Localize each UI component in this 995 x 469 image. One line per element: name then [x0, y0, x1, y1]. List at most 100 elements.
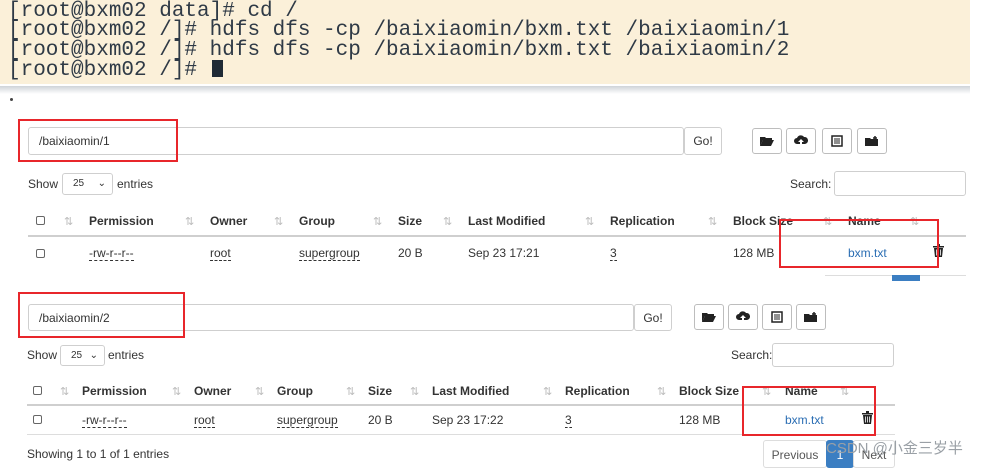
block-size-cell: 128 MB: [679, 413, 721, 427]
list-button[interactable]: [822, 128, 852, 154]
permission-cell[interactable]: -rw-r--r--: [89, 246, 134, 261]
replication-cell[interactable]: 3: [565, 413, 572, 428]
sort-icon[interactable]: ⇅: [543, 384, 552, 398]
upload-button[interactable]: [786, 128, 816, 154]
upload-icon: [736, 311, 750, 322]
last-modified-cell: Sep 23 17:21: [468, 246, 540, 260]
sort-icon[interactable]: ⇅: [708, 214, 717, 228]
pagination-active-button[interactable]: [892, 275, 920, 281]
highlight-box: [18, 119, 178, 162]
cut-paste-button[interactable]: [796, 304, 826, 330]
entries-label: entries: [117, 177, 154, 191]
replication-value[interactable]: 3: [610, 246, 617, 261]
search-label: Search:: [790, 177, 832, 191]
column-size[interactable]: Size: [368, 384, 392, 398]
terminal-line: [root@bxm02 /]# hdfs dfs -cp /baixiaomin…: [8, 19, 790, 42]
column-owner[interactable]: Owner: [194, 384, 231, 398]
column-replication[interactable]: Replication: [610, 214, 675, 228]
show-label: Show: [27, 348, 58, 362]
search-input[interactable]: [772, 343, 894, 367]
select-all-checkbox[interactable]: [33, 386, 42, 395]
row-checkbox[interactable]: [33, 415, 42, 424]
sort-icon[interactable]: ⇅: [64, 214, 73, 228]
column-permission[interactable]: Permission: [89, 214, 154, 228]
group-cell[interactable]: supergroup: [277, 413, 338, 428]
previous-button[interactable]: Previous: [763, 440, 827, 468]
owner-cell[interactable]: root: [194, 413, 215, 428]
permission-value[interactable]: -rw-r--r--: [82, 413, 127, 428]
block-size-cell: 128 MB: [733, 246, 775, 260]
terminal-prompt-line: [root@bxm02 /]#: [8, 60, 223, 81]
select-all-checkbox[interactable]: [36, 216, 45, 225]
list-icon: [831, 135, 843, 147]
sort-icon[interactable]: ⇅: [185, 214, 194, 228]
cut-paste-button[interactable]: [857, 128, 887, 154]
replication-cell[interactable]: 3: [610, 246, 617, 261]
column-replication[interactable]: Replication: [565, 384, 630, 398]
terminal-window: [root@bxm02 data]# cd / [root@bxm02 /]# …: [0, 0, 970, 84]
group-value[interactable]: supergroup: [277, 413, 338, 428]
entries-select[interactable]: 25 ⌄: [60, 345, 105, 366]
show-label: Show: [28, 177, 59, 191]
search-input[interactable]: [834, 171, 966, 196]
upload-icon: [794, 135, 808, 146]
list-button[interactable]: [762, 304, 792, 330]
column-last-modified[interactable]: Last Modified: [432, 384, 509, 398]
column-permission[interactable]: Permission: [82, 384, 147, 398]
sort-icon[interactable]: ⇅: [443, 214, 452, 228]
permission-value[interactable]: -rw-r--r--: [89, 246, 134, 261]
sort-icon[interactable]: ⇅: [274, 214, 283, 228]
column-group[interactable]: Group: [299, 214, 335, 228]
owner-cell[interactable]: root: [210, 246, 231, 261]
entries-select-value: 25: [73, 178, 85, 189]
column-size[interactable]: Size: [398, 214, 422, 228]
list-icon: [771, 311, 783, 323]
divider: [10, 98, 13, 101]
column-owner[interactable]: Owner: [210, 214, 247, 228]
permission-cell[interactable]: -rw-r--r--: [82, 413, 127, 428]
highlight-box: [18, 292, 185, 338]
chevron-down-icon: ⌄: [97, 178, 106, 189]
open-folder-button[interactable]: [752, 128, 782, 154]
column-last-modified[interactable]: Last Modified: [468, 214, 545, 228]
replication-value[interactable]: 3: [565, 413, 572, 428]
folder-plus-icon: [865, 136, 878, 146]
upload-button[interactable]: [728, 304, 758, 330]
highlight-box: [779, 219, 939, 268]
open-folder-button[interactable]: [694, 304, 724, 330]
group-value[interactable]: supergroup: [299, 246, 360, 261]
table-info: Showing 1 to 1 of 1 entries: [27, 447, 170, 461]
go-button[interactable]: Go!: [634, 304, 672, 331]
terminal-line: [root@bxm02 /]# hdfs dfs -cp /baixiaomin…: [8, 39, 790, 62]
sort-icon[interactable]: ⇅: [60, 384, 69, 398]
divider: [0, 86, 970, 94]
entries-select[interactable]: 25 ⌄: [62, 173, 113, 195]
chevron-down-icon: ⌄: [89, 350, 98, 361]
entries-label: entries: [108, 348, 145, 362]
group-cell[interactable]: supergroup: [299, 246, 360, 261]
search-label: Search:: [731, 348, 773, 362]
size-cell: 20 B: [398, 246, 423, 260]
owner-value[interactable]: root: [194, 413, 215, 428]
sort-icon[interactable]: ⇅: [410, 384, 419, 398]
sort-icon[interactable]: ⇅: [585, 214, 594, 228]
column-block-size[interactable]: Block Size: [679, 384, 739, 398]
column-group[interactable]: Group: [277, 384, 313, 398]
sort-icon[interactable]: ⇅: [255, 384, 264, 398]
sort-icon[interactable]: ⇅: [373, 214, 382, 228]
terminal-cursor: [211, 60, 223, 77]
folder-open-icon: [760, 137, 774, 146]
sort-icon[interactable]: ⇅: [657, 384, 666, 398]
watermark: CSDN @小金三岁半: [826, 440, 963, 457]
entries-select-value: 25: [71, 350, 83, 361]
row-checkbox[interactable]: [36, 249, 45, 258]
go-button[interactable]: Go!: [684, 127, 722, 155]
last-modified-cell: Sep 23 17:22: [432, 413, 504, 427]
terminal-prompt: [root@bxm02 /]#: [8, 59, 210, 82]
folder-open-icon: [702, 313, 716, 322]
size-cell: 20 B: [368, 413, 393, 427]
folder-plus-icon: [804, 312, 817, 322]
owner-value[interactable]: root: [210, 246, 231, 261]
sort-icon[interactable]: ⇅: [172, 384, 181, 398]
sort-icon[interactable]: ⇅: [346, 384, 355, 398]
